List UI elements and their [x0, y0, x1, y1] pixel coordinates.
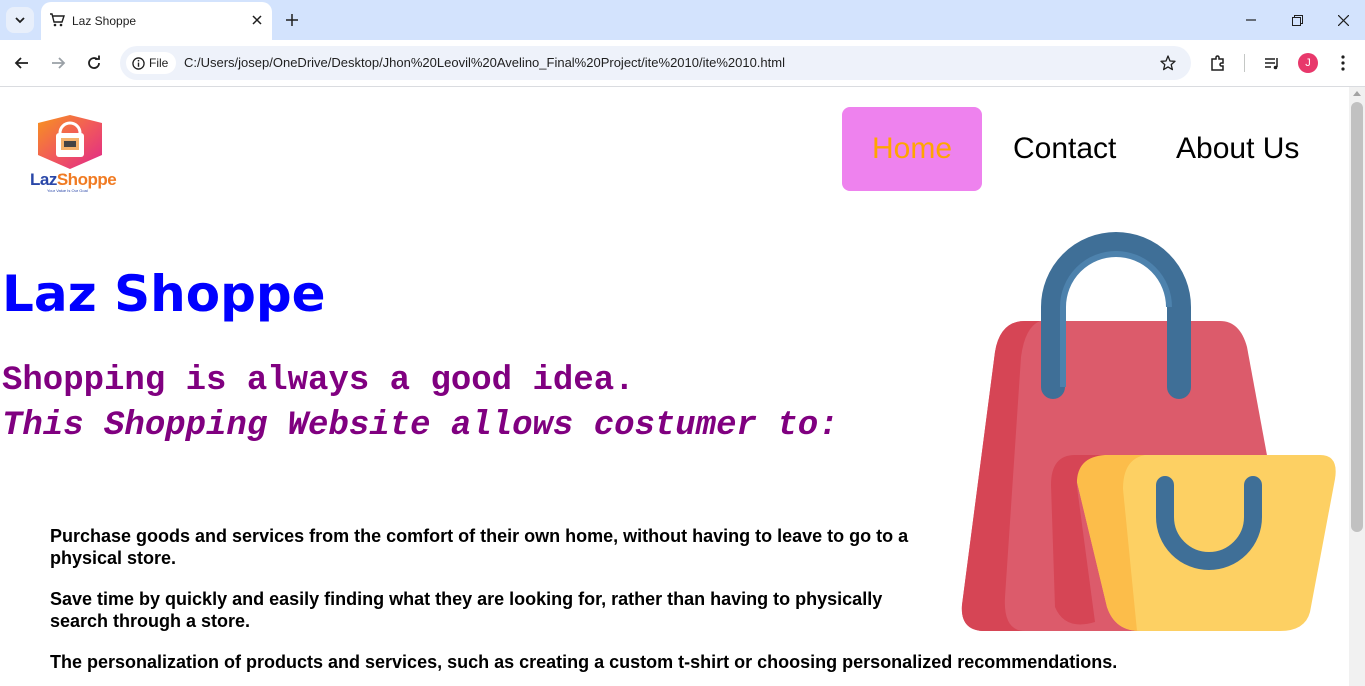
- page-title: Laz Shoppe: [2, 265, 326, 323]
- reload-button[interactable]: [82, 51, 106, 75]
- nav-about-link[interactable]: About Us: [1176, 107, 1299, 191]
- scrollbar-thumb[interactable]: [1351, 102, 1363, 532]
- nav-contact-link[interactable]: Contact: [1013, 107, 1116, 191]
- media-controls-button[interactable]: [1260, 51, 1284, 75]
- minimize-button[interactable]: [1237, 8, 1265, 32]
- tab-search-button[interactable]: [6, 7, 34, 33]
- cart-icon: [50, 13, 65, 27]
- page-scrollbar[interactable]: [1349, 87, 1365, 686]
- info-icon: [132, 56, 145, 70]
- extensions-button[interactable]: [1206, 51, 1230, 75]
- scroll-up-arrow[interactable]: [1353, 91, 1361, 96]
- nav-home-link[interactable]: Home: [842, 107, 982, 191]
- logo-tagline: Your Value Is Our Goal: [47, 188, 88, 193]
- arrow-right-icon: [52, 57, 66, 69]
- url-text: C:/Users/josep/OneDrive/Desktop/Jhon%20L…: [184, 55, 785, 70]
- logo-text: LazShoppe: [30, 170, 117, 189]
- tagline: Shopping is always a good idea. This Sho…: [2, 359, 922, 449]
- address-bar[interactable]: File C:/Users/josep/OneDrive/Desktop/Jho…: [120, 46, 1191, 80]
- more-vertical-icon: [1341, 55, 1345, 71]
- tagline-line1: Shopping is always a good idea.: [2, 362, 635, 400]
- active-tab[interactable]: Laz Shoppe: [41, 2, 272, 40]
- browser-toolbar: File C:/Users/josep/OneDrive/Desktop/Jho…: [0, 40, 1365, 87]
- list-item: Save time by quickly and easily finding …: [50, 589, 883, 631]
- puzzle-icon: [1211, 55, 1224, 71]
- plus-icon: [286, 14, 298, 26]
- page-viewport: LazShoppe Your Value Is Our Goal Home Co…: [0, 87, 1349, 686]
- new-tab-button[interactable]: [282, 10, 302, 30]
- profile-avatar[interactable]: J: [1298, 53, 1318, 73]
- menu-button[interactable]: [1331, 51, 1355, 75]
- tagline-line2: This Shopping Website allows costumer to…: [2, 407, 839, 445]
- tab-title: Laz Shoppe: [72, 14, 137, 28]
- arrow-left-icon: [14, 57, 28, 69]
- shopping-bag-illustration: [961, 232, 1336, 631]
- toolbar-divider: [1244, 54, 1245, 72]
- list-item: Purchase goods and services from the com…: [50, 526, 909, 568]
- restore-icon: [1291, 14, 1303, 26]
- chip-label: File: [149, 56, 169, 70]
- playlist-icon: [1265, 58, 1278, 70]
- reload-icon: [88, 55, 100, 69]
- site-info-chip[interactable]: File: [126, 52, 177, 74]
- restore-button[interactable]: [1283, 8, 1311, 32]
- tab-close-button[interactable]: [248, 11, 266, 29]
- close-icon: [1337, 14, 1349, 26]
- tab-strip: Laz Shoppe: [0, 0, 1365, 40]
- star-icon: [1160, 55, 1176, 71]
- close-icon: [252, 15, 262, 25]
- chevron-down-icon: [15, 17, 25, 24]
- minimize-icon: [1246, 19, 1256, 21]
- forward-button[interactable]: [46, 51, 70, 75]
- back-button[interactable]: [10, 51, 34, 75]
- bookmark-button[interactable]: [1158, 53, 1178, 73]
- close-window-button[interactable]: [1329, 8, 1357, 32]
- list-item: The personalization of products and serv…: [50, 652, 1118, 672]
